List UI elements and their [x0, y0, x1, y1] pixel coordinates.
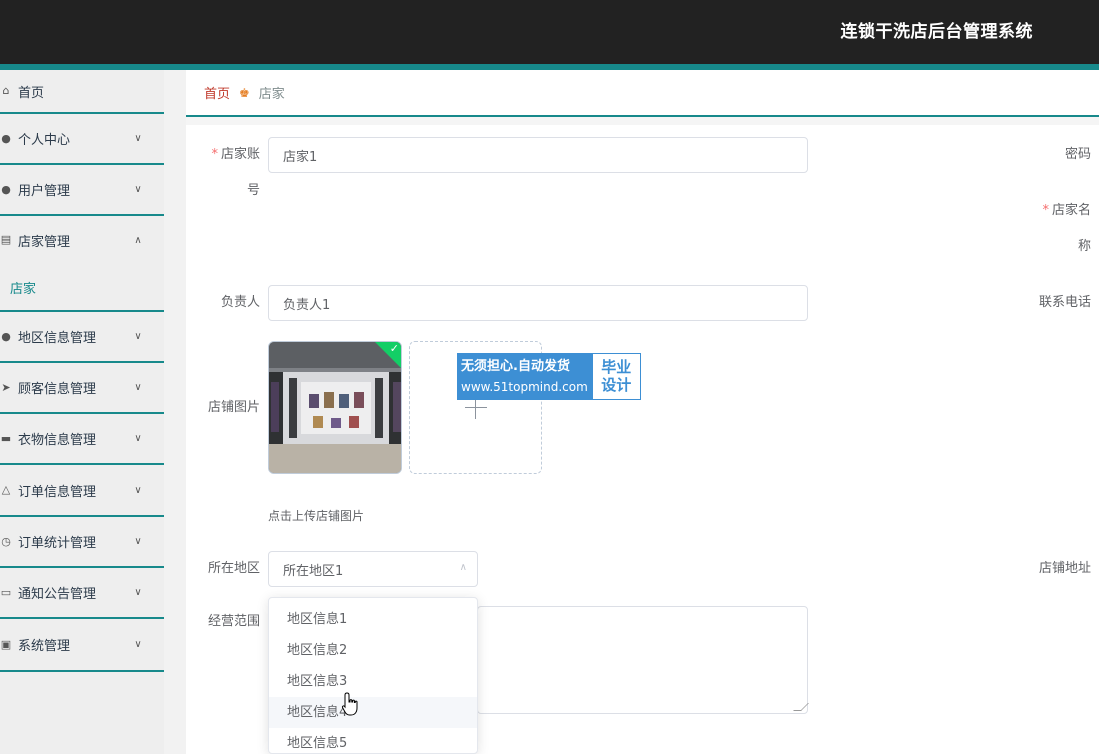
watermark-url: www.51topmind.com	[461, 380, 588, 394]
hand-cursor-icon	[341, 692, 358, 716]
sidebar-item-clothes[interactable]: ▬ 衣物信息管理 ∨	[0, 414, 164, 465]
chevron-down-icon: ∨	[134, 639, 142, 650]
sidebar-item-order-stats[interactable]: ◷ 订单统计管理 ∨	[0, 517, 164, 568]
sidebar-item-orders[interactable]: △ 订单信息管理 ∨	[0, 465, 164, 517]
required-mark: *	[211, 147, 218, 162]
clock-icon: ◷	[1, 534, 11, 548]
chevron-down-icon: ∨	[134, 484, 142, 496]
sidebar-item-system[interactable]: ▣ 系统管理 ∨	[0, 619, 164, 672]
dropdown-option[interactable]: 地区信息2	[269, 635, 477, 666]
manager-label: 负责人	[220, 295, 260, 310]
user-icon: ●	[1, 329, 11, 343]
chevron-down-icon: ∨	[134, 331, 142, 342]
sidebar: ⌂ 首页 ● 个人中心 ∨ ● 用户管理 ∨ ▤ 店家管理 ∧ 店家 ● 地区信…	[0, 70, 164, 754]
breadcrumb: 首页 ♚ 店家	[186, 70, 1099, 117]
cart-icon: ▬	[0, 431, 12, 445]
resize-grip-icon[interactable]	[793, 703, 809, 711]
chevron-down-icon: ∨	[134, 433, 142, 444]
sidebar-item-customers[interactable]: ➤ 顾客信息管理 ∨	[0, 363, 164, 414]
store-name-label-wrap: 称	[1077, 239, 1091, 254]
sidebar-item-profile[interactable]: ● 个人中心 ∨	[0, 114, 164, 165]
sidebar-item-label: 订单统计管理	[18, 536, 97, 551]
region-select-value: 所在地区1	[283, 563, 344, 579]
dropdown-option[interactable]: 地区信息1	[269, 604, 477, 635]
watermark-right2: 设计	[601, 376, 632, 394]
bulb-icon: ●	[1, 182, 11, 196]
sidebar-item-label: 个人中心	[18, 133, 71, 148]
chevron-up-icon: ∧	[134, 234, 142, 246]
region-select[interactable]: 所在地区1 ∧	[268, 551, 478, 587]
user-icon: ●	[1, 131, 11, 145]
check-icon: ✓	[389, 342, 399, 355]
upload-hint: 点击上传店铺图片	[268, 509, 365, 523]
chevron-up-icon: ∧	[459, 562, 467, 573]
sidebar-item-regions[interactable]: ● 地区信息管理 ∨	[0, 312, 164, 363]
sidebar-item-label: 顾客信息管理	[18, 382, 97, 397]
sidebar-item-label: 订单信息管理	[18, 484, 97, 500]
sidebar-subitem-store[interactable]: 店家	[0, 264, 164, 312]
chevron-down-icon: ∨	[134, 382, 142, 393]
content-divider	[186, 117, 1099, 125]
sidebar-item-label: 用户管理	[18, 184, 71, 199]
chevron-down-icon: ∨	[134, 587, 142, 598]
breadcrumb-home[interactable]: 首页	[204, 83, 230, 102]
store-name-label: * 店家名	[1042, 203, 1091, 218]
watermark-line1: 无须担心.自动发货	[461, 359, 570, 374]
dropdown-option[interactable]: 地区信息5	[269, 728, 477, 754]
sidebar-item-label: 衣物信息管理	[18, 433, 97, 448]
sidebar-item-label: 店家管理	[18, 234, 71, 250]
chat-icon: ▭	[0, 585, 12, 599]
dropdown-option-hovered[interactable]: 地区信息4	[269, 697, 477, 728]
breadcrumb-current: 店家	[258, 87, 285, 102]
region-dropdown: 地区信息1 地区信息2 地区信息3 地区信息4 地区信息5	[268, 597, 478, 754]
send-icon: ➤	[1, 380, 11, 394]
business-scope-label: 经营范围	[207, 614, 260, 629]
business-scope-textarea[interactable]	[477, 606, 809, 714]
store-image-thumbnail[interactable]: ✓	[268, 341, 402, 474]
password-label: 密码	[1064, 147, 1091, 162]
clipboard-icon: ▣	[0, 637, 12, 651]
sidebar-item-label: 首页	[18, 85, 45, 101]
region-label: 所在地区	[207, 561, 260, 576]
phone-label: 联系电话	[1038, 295, 1091, 310]
account-label: * 店家账	[211, 147, 260, 162]
main-content: 首页 ♚ 店家 * 店家账 号 店家1 密码 * 店家名 称 负责人 负责人1 联系…	[186, 70, 1099, 754]
sidebar-item-label: 地区信息管理	[18, 331, 97, 346]
sidebar-item-label: 通知公告管理	[18, 587, 97, 602]
sidebar-item-users[interactable]: ● 用户管理 ∨	[0, 165, 164, 216]
account-input[interactable]: 店家1	[268, 137, 808, 173]
chevron-down-icon: ∨	[134, 133, 142, 144]
system-title: 连锁干洗店后台管理系统	[840, 22, 1033, 42]
sidebar-item-label: 系统管理	[18, 639, 71, 654]
sidebar-item-notices[interactable]: ▭ 通知公告管理 ∨	[0, 568, 164, 619]
chevron-down-icon: ∨	[134, 184, 142, 195]
account-label-wrap: 号	[246, 183, 260, 198]
crown-icon: ♚	[239, 85, 250, 100]
watermark-logo: 无须担心.自动发货 www.51topmind.com 毕业 设计	[457, 353, 641, 400]
sidebar-item-stores[interactable]: ▤ 店家管理 ∧	[0, 216, 164, 264]
chart-icon: ▤	[0, 233, 12, 246]
top-header: 连锁干洗店后台管理系统	[0, 0, 1099, 64]
required-mark: *	[1042, 203, 1049, 218]
dropdown-option[interactable]: 地区信息3	[269, 666, 477, 697]
plus-icon	[465, 397, 487, 419]
chevron-down-icon: ∨	[134, 536, 142, 547]
home-icon: ⌂	[2, 84, 10, 97]
address-label: 店铺地址	[1038, 561, 1091, 576]
watermark-right1: 毕业	[601, 358, 632, 376]
sidebar-item-home[interactable]: ⌂ 首页	[0, 70, 164, 114]
manager-input[interactable]: 负责人1	[268, 285, 808, 321]
store-image-label: 店铺图片	[207, 400, 260, 415]
bell-icon: △	[1, 483, 11, 496]
